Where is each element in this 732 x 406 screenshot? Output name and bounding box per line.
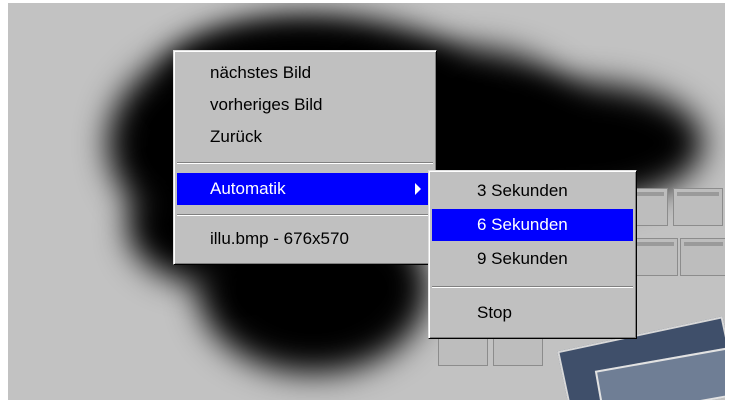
menu-item-label: Zurück bbox=[210, 127, 262, 146]
menu-separator bbox=[177, 214, 433, 216]
automatic-submenu: 3 Sekunden 6 Sekunden 9 Sekunden Stop bbox=[428, 170, 637, 339]
menu-item-back[interactable]: Zurück bbox=[177, 121, 433, 153]
submenu-item-label: Stop bbox=[477, 303, 512, 322]
menu-item-file-info[interactable]: illu.bmp - 676x570 bbox=[177, 223, 433, 255]
menu-item-previous-image[interactable]: vorheriges Bild bbox=[177, 89, 433, 121]
submenu-item-label: 3 Sekunden bbox=[477, 181, 568, 200]
thumbnail bbox=[673, 188, 723, 226]
menu-item-automatic[interactable]: Automatik bbox=[177, 173, 433, 205]
screenshot-stage: nächstes Bild vorheriges Bild Zurück Aut… bbox=[0, 0, 732, 406]
thumbnail bbox=[680, 238, 725, 276]
menu-separator bbox=[432, 286, 633, 288]
submenu-item-label: 9 Sekunden bbox=[477, 249, 568, 268]
submenu-item-6-seconds[interactable]: 6 Sekunden bbox=[432, 209, 633, 241]
menu-item-label: vorheriges Bild bbox=[210, 95, 323, 114]
image-viewer-area: nächstes Bild vorheriges Bild Zurück Aut… bbox=[8, 3, 725, 400]
menu-item-label: nächstes Bild bbox=[210, 63, 312, 82]
submenu-item-label: 6 Sekunden bbox=[477, 215, 568, 234]
submenu-item-stop[interactable]: Stop bbox=[432, 297, 633, 329]
menu-separator bbox=[177, 162, 433, 164]
submenu-item-3-seconds[interactable]: 3 Sekunden bbox=[432, 175, 633, 207]
menu-item-next-image[interactable]: nächstes Bild bbox=[177, 57, 433, 89]
submenu-arrow-icon bbox=[415, 183, 421, 195]
submenu-item-9-seconds[interactable]: 9 Sekunden bbox=[432, 243, 633, 275]
context-menu: nächstes Bild vorheriges Bild Zurück Aut… bbox=[173, 50, 437, 265]
menu-item-label: illu.bmp - 676x570 bbox=[210, 229, 349, 248]
menu-item-label: Automatik bbox=[210, 179, 286, 198]
